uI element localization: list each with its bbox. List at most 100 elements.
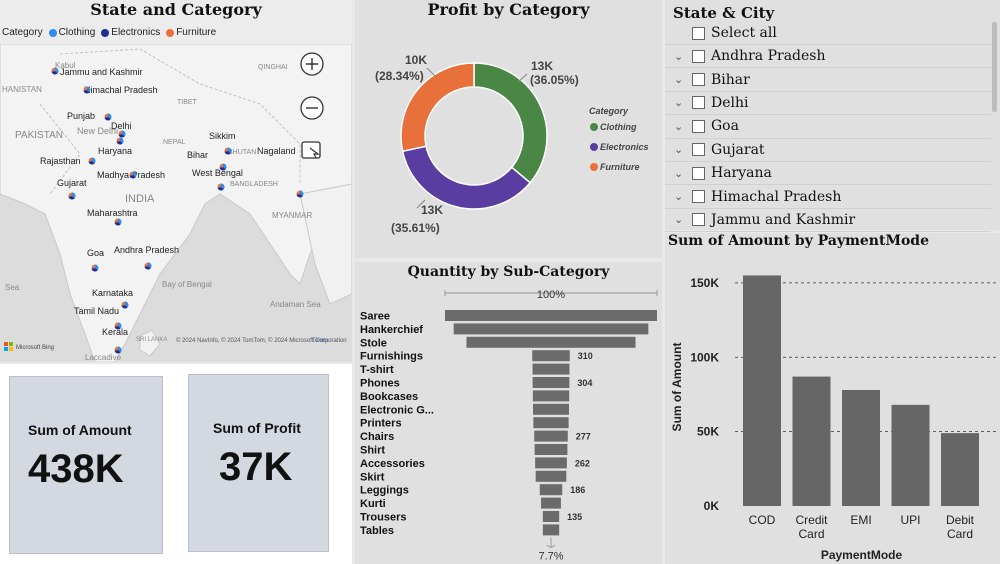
donut-chart[interactable]: 13K(36.05%)13K(35.61%)10K(28.34%)Categor… xyxy=(355,18,662,258)
donut-legend-item[interactable]: Clothing xyxy=(600,122,637,132)
checkbox-icon[interactable] xyxy=(692,143,705,157)
checkbox-icon[interactable] xyxy=(692,96,705,110)
state-label: Haryana xyxy=(98,146,132,156)
funnel-chart[interactable]: 100% SareeHankerchiefStole Furnishings 310 T… xyxy=(355,282,662,564)
map-legend-item[interactable]: Furniture xyxy=(166,27,216,38)
donut-legend-item[interactable]: Furniture xyxy=(600,162,640,172)
state-pie-marker[interactable] xyxy=(121,301,129,309)
payment-bar[interactable] xyxy=(941,433,979,506)
slicer-item-label: Andhra Pradesh xyxy=(711,48,826,65)
funnel-bar[interactable] xyxy=(542,524,560,536)
funnel-bottom-label: 7.7% xyxy=(538,550,563,562)
checkbox-icon[interactable] xyxy=(692,190,705,204)
funnel-bar[interactable] xyxy=(541,497,561,509)
state-pie-marker[interactable] xyxy=(88,157,96,165)
checkbox-icon[interactable] xyxy=(692,166,705,180)
geo-label: BHUTAN xyxy=(228,149,256,156)
payment-bar[interactable] xyxy=(743,275,781,506)
chevron-down-icon[interactable]: ⌄ xyxy=(674,190,686,203)
chevron-down-icon[interactable]: ⌄ xyxy=(674,143,686,156)
funnel-bar[interactable] xyxy=(534,444,568,455)
funnel-bar[interactable] xyxy=(533,403,569,415)
checkbox-icon[interactable] xyxy=(692,213,705,227)
payment-bar[interactable] xyxy=(891,404,930,506)
state-pie-marker[interactable] xyxy=(116,137,124,145)
funnel-category-label: Bookcases xyxy=(360,391,418,403)
state-label: Himachal Pradesh xyxy=(84,85,158,95)
state-label: Rajasthan xyxy=(40,156,81,166)
state-pie-marker[interactable] xyxy=(217,183,225,191)
funnel-bar[interactable] xyxy=(534,430,568,442)
zoom-out-button[interactable] xyxy=(300,96,324,120)
slicer-item[interactable]: ⌄ Delhi xyxy=(665,92,991,116)
map-canvas[interactable]: KabulHANISTANPAKISTAN New DelhiNEPALTIBET… xyxy=(0,44,352,362)
funnel-bar[interactable] xyxy=(533,417,569,429)
slicer-item[interactable]: ⌄ Bihar xyxy=(665,68,991,92)
payment-bar[interactable] xyxy=(842,389,880,506)
funnel-category-label: Hankerchief xyxy=(360,324,423,336)
map-legend-item[interactable]: Electronics xyxy=(101,27,160,38)
funnel-data-label: 262 xyxy=(575,458,590,468)
x-tick-label: UPI xyxy=(900,513,920,527)
state-pie-marker[interactable] xyxy=(114,218,122,226)
chevron-down-icon[interactable]: ⌄ xyxy=(674,73,686,86)
state-pie-marker[interactable] xyxy=(129,171,137,179)
quantity-by-subcategory-panel: Quantity by Sub-Category 100% Saree Hanker… xyxy=(355,262,662,564)
state-pie-marker[interactable] xyxy=(144,262,152,270)
slicer-select-all[interactable]: Select all xyxy=(665,22,991,45)
funnel-bar[interactable] xyxy=(453,323,649,335)
state-pie-marker[interactable] xyxy=(224,147,232,155)
funnel-bar[interactable] xyxy=(532,377,570,388)
x-tick-label: COD xyxy=(749,513,776,527)
chevron-down-icon[interactable]: ⌄ xyxy=(674,120,686,133)
slicer-item[interactable]: ⌄ Himachal Pradesh xyxy=(665,185,991,209)
legend-dot-icon xyxy=(48,28,57,37)
chevron-down-icon[interactable]: ⌄ xyxy=(674,213,686,226)
slicer-item[interactable]: ⌄ Gujarat xyxy=(665,139,991,162)
chevron-down-icon[interactable]: ⌄ xyxy=(674,50,686,63)
funnel-bar[interactable] xyxy=(535,470,567,482)
state-pie-marker[interactable] xyxy=(114,346,122,354)
map-legend-item[interactable]: Clothing xyxy=(48,27,95,38)
funnel-bar[interactable] xyxy=(542,511,560,522)
funnel-bar[interactable] xyxy=(539,484,563,496)
selection-tool-button[interactable] xyxy=(301,141,321,159)
state-pie-marker[interactable] xyxy=(83,86,91,94)
funnel-bar[interactable] xyxy=(532,350,570,362)
checkbox-icon[interactable] xyxy=(692,49,705,63)
funnel-bar[interactable] xyxy=(535,457,567,469)
slicer-item[interactable]: ⌄ Jammu and Kashmir xyxy=(665,209,991,233)
funnel-bar[interactable] xyxy=(532,363,570,375)
map-legend-text: Electronics xyxy=(111,27,161,38)
checkbox-icon[interactable] xyxy=(692,26,705,40)
checkbox-icon[interactable] xyxy=(692,119,705,133)
zoom-in-button[interactable] xyxy=(300,52,324,76)
funnel-category-label: Trousers xyxy=(360,512,406,524)
state-label: Tamil Nadu xyxy=(74,306,119,316)
state-pie-marker[interactable] xyxy=(51,67,59,75)
payment-bar-chart[interactable]: 0K 50K 100K 150K Sum of Amount COD Credit Card E… xyxy=(665,254,1000,564)
funnel-category-label: Shirt xyxy=(360,445,385,457)
y-tick-label: 50K xyxy=(697,425,719,439)
state-pie-marker[interactable] xyxy=(296,190,304,198)
chevron-down-icon[interactable]: ⌄ xyxy=(674,96,686,109)
donut-slice-electronics[interactable] xyxy=(401,145,532,210)
checkbox-icon[interactable] xyxy=(692,73,705,87)
state-pie-marker[interactable] xyxy=(104,113,112,121)
slicer-scrollbar[interactable] xyxy=(992,22,997,112)
geo-label: HANISTAN xyxy=(2,85,42,94)
slicer-item[interactable]: ⌄ Haryana xyxy=(665,162,991,186)
funnel-bar[interactable] xyxy=(532,390,570,402)
funnel-bar[interactable] xyxy=(466,336,636,348)
slicer-item[interactable]: ⌄ Andhra Pradesh xyxy=(665,45,991,69)
donut-legend-item[interactable]: Electronics xyxy=(600,142,649,152)
chevron-down-icon[interactable]: ⌄ xyxy=(674,167,686,180)
state-pie-marker[interactable] xyxy=(68,192,76,200)
payment-bar[interactable] xyxy=(792,376,831,506)
state-pie-marker[interactable] xyxy=(91,264,99,272)
funnel-bar[interactable] xyxy=(445,310,657,321)
state-pie-marker[interactable] xyxy=(118,130,126,138)
slicer-item[interactable]: ⌄ Goa xyxy=(665,115,991,139)
map-terms-link[interactable]: Terms xyxy=(312,338,328,344)
payment-chart-title: Sum of Amount by PaymentMode xyxy=(668,233,929,249)
